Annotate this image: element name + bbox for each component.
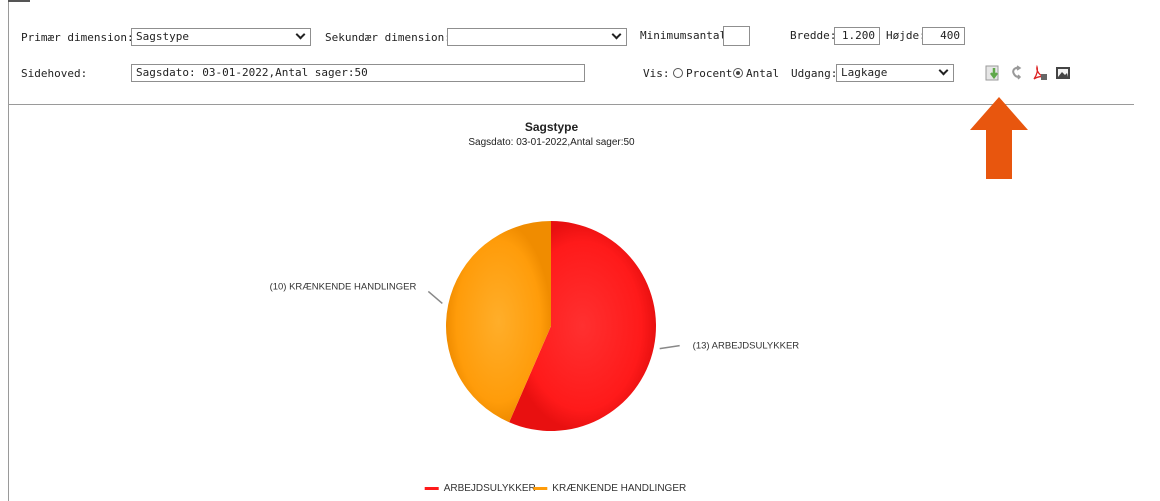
legend-swatch — [533, 487, 548, 490]
pie-data-label: (13) ARBEJDSULYKKER — [693, 341, 800, 352]
leader-line — [659, 344, 680, 350]
legend-item[interactable]: KRÆNKENDE HANDLINGER — [552, 483, 686, 494]
pie-data-label: (10) KRÆNKENDE HANDLINGER — [270, 281, 417, 292]
arrow-annotation — [970, 97, 1028, 179]
legend-item[interactable]: ARBEJDSULYKKER — [444, 483, 536, 494]
leader-line — [427, 290, 443, 304]
legend-swatch — [424, 487, 439, 490]
pie-chart: (13) ARBEJDSULYKKER (10) KRÆNKENDE HANDLI… — [270, 221, 800, 494]
